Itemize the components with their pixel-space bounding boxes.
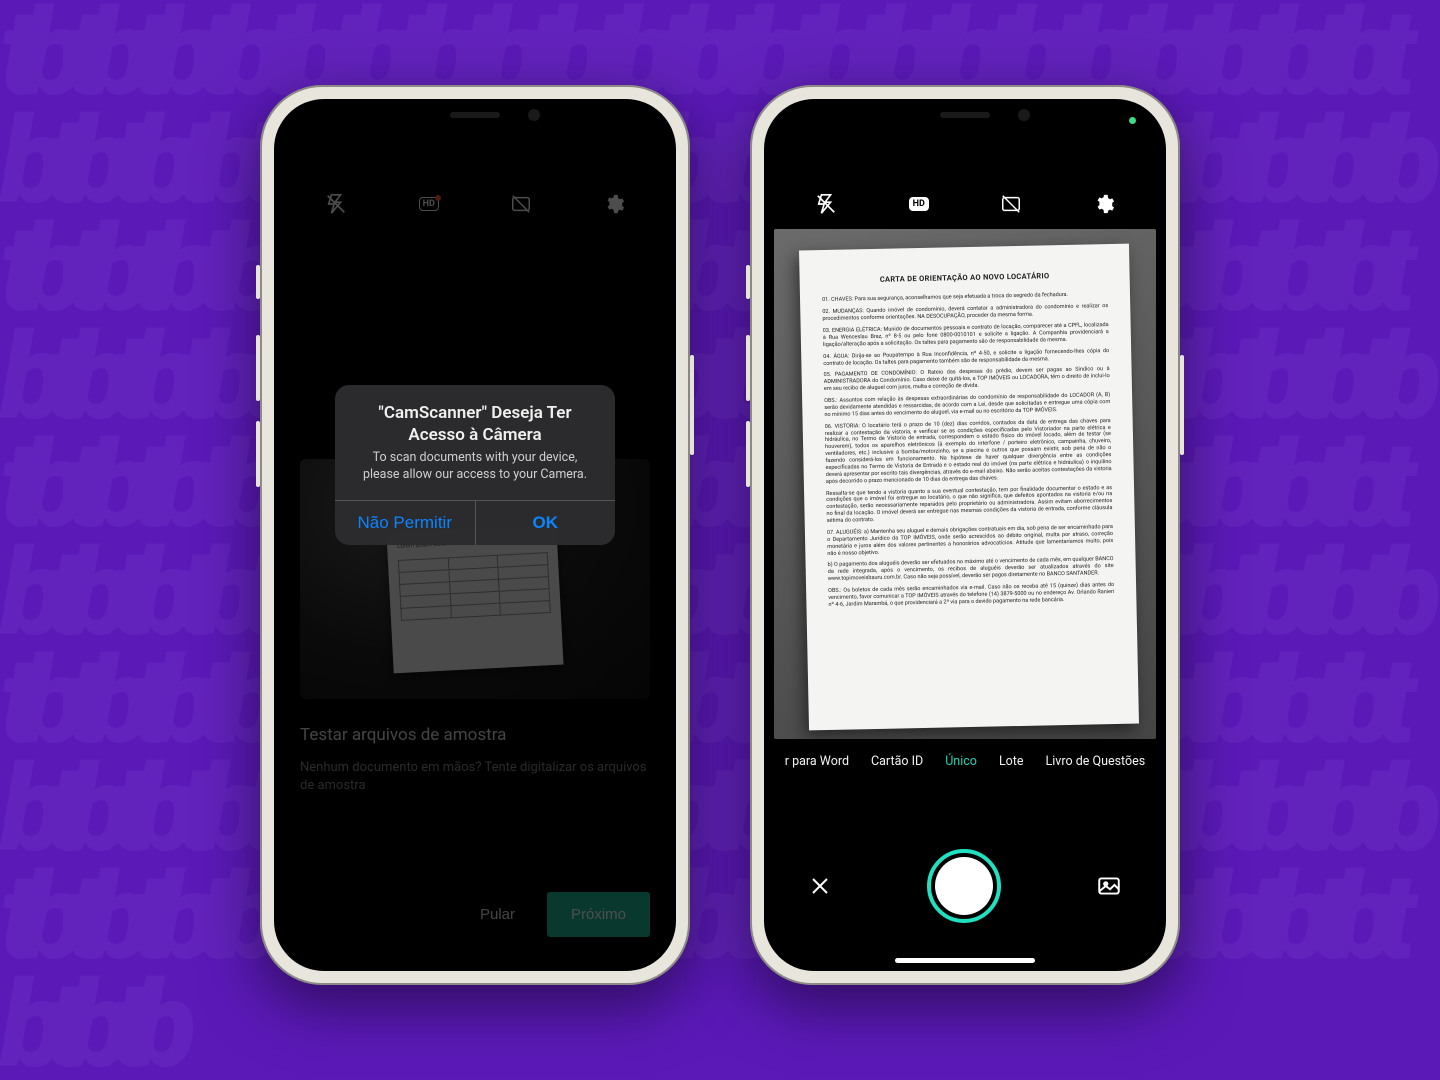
hd-label: HD: [913, 199, 925, 209]
dialog-deny-button[interactable]: Não Permitir: [335, 501, 476, 545]
scan-mode-selector[interactable]: r para Word Cartão ID Único Lote Livro d…: [764, 754, 1166, 769]
mode-batch[interactable]: Lote: [999, 754, 1024, 769]
close-button[interactable]: [808, 874, 832, 898]
flash-off-icon[interactable]: [811, 189, 841, 219]
gallery-button[interactable]: [1096, 873, 1122, 899]
mode-word[interactable]: r para Word: [785, 754, 849, 769]
notch: [380, 99, 570, 131]
dialog-ok-button[interactable]: OK: [476, 501, 616, 545]
mode-idcard[interactable]: Cartão ID: [871, 754, 923, 769]
camera-permission-dialog: "CamScanner" Deseja Ter Acesso à Câmera …: [335, 385, 615, 544]
camera-viewfinder: CARTA DE ORIENTAÇÃO AO NOVO LOCATÁRIO 01…: [774, 229, 1156, 739]
hd-toggle[interactable]: HD: [904, 189, 934, 219]
camera-toolbar: HD: [764, 189, 1166, 219]
mode-single[interactable]: Único: [945, 754, 977, 769]
scanned-document-preview: CARTA DE ORIENTAÇÃO AO NOVO LOCATÁRIO 01…: [799, 244, 1139, 731]
mode-questionbook[interactable]: Livro de Questões: [1046, 754, 1146, 769]
phone-left: HD Lorem ipsum dolor sit amet consectetu…: [260, 85, 690, 985]
notch: [870, 99, 1060, 131]
permission-dialog-backdrop: "CamScanner" Deseja Ter Acesso à Câmera …: [274, 99, 676, 971]
doc-heading: CARTA DE ORIENTAÇÃO AO NOVO LOCATÁRIO: [822, 270, 1108, 285]
grid-off-icon[interactable]: [996, 189, 1026, 219]
dialog-title: "CamScanner" Deseja Ter Acesso à Câmera: [335, 385, 615, 450]
settings-icon[interactable]: [1089, 189, 1119, 219]
camera-active-indicator: [1129, 117, 1136, 124]
phone-right: HD CARTA DE ORIENTAÇÃO AO NOVO LOCATÁRIO…: [750, 85, 1180, 985]
dialog-message: To scan documents with your device, plea…: [335, 450, 615, 500]
shutter-button[interactable]: [927, 849, 1001, 923]
home-indicator[interactable]: [895, 958, 1035, 963]
camera-controls: [764, 831, 1166, 941]
